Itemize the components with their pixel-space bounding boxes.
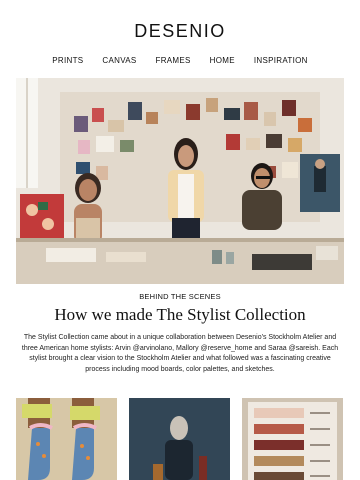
nav-item-canvas[interactable]: CANVAS [102, 56, 136, 70]
brand-logo[interactable]: DESENIO [134, 21, 226, 42]
nav-item-prints[interactable]: PRINTS [52, 56, 83, 70]
header: DESENIO [0, 0, 360, 50]
nav-item-frames[interactable]: FRAMES [156, 56, 191, 70]
nav-item-home[interactable]: HOME [210, 56, 235, 70]
nav-item-inspiration[interactable]: INSPIRATION [254, 56, 308, 70]
hero-image[interactable] [16, 78, 344, 284]
product-image-figure[interactable] [129, 398, 230, 480]
main-nav: PRINTS CANVAS FRAMES HOME INSPIRATION [0, 56, 360, 70]
product-image-socks[interactable] [16, 398, 117, 480]
product-image-swatches[interactable] [242, 398, 343, 480]
product-strip [16, 398, 344, 480]
article-body: The Stylist Collection came about in a u… [21, 334, 339, 373]
article-title[interactable]: How we made The Stylist Collection [0, 305, 360, 325]
article-kicker: BEHIND THE SCENES [139, 292, 221, 301]
email-page: DESENIO PRINTS CANVAS FRAMES HOME INSPIR… [0, 0, 360, 480]
